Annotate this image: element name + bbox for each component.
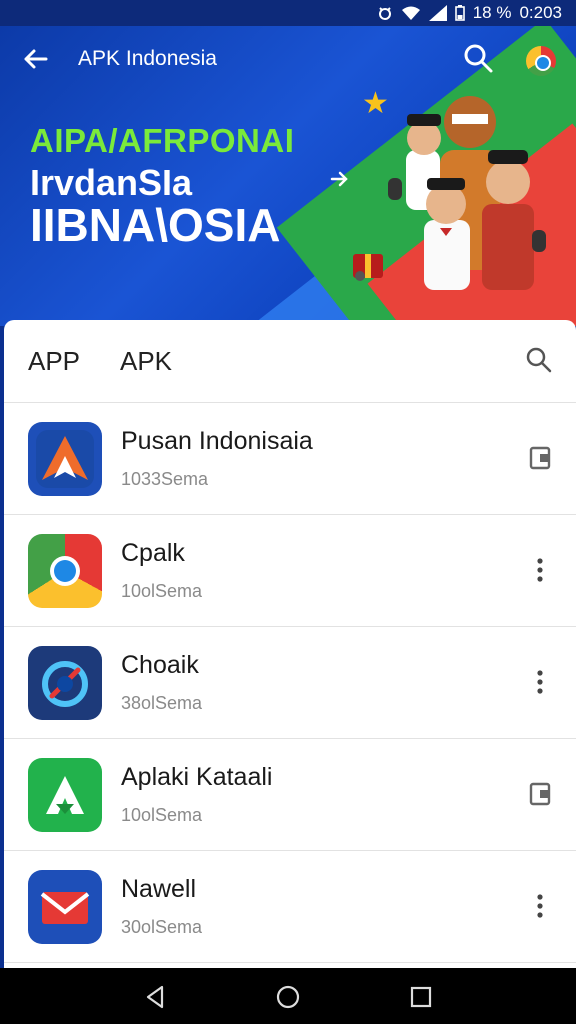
search-icon[interactable] (524, 345, 554, 375)
list-item[interactable]: Choaik 38olSema (4, 626, 576, 739)
more-vert-icon[interactable] (526, 668, 554, 696)
app-name: Choaik (121, 651, 199, 679)
home-circle-icon[interactable] (273, 982, 303, 1012)
back-arrow-icon[interactable] (18, 42, 52, 76)
tab-apk[interactable]: APK (120, 346, 172, 377)
app-size: 10olSema (121, 581, 203, 601)
chevron-right-icon[interactable] (328, 168, 350, 190)
arrow-a-icon (28, 422, 102, 496)
page-title: APK Indonesia (78, 47, 217, 70)
list-item[interactable]: Cpalk 10olSema (4, 514, 576, 627)
compass-icon (28, 646, 102, 720)
app-name: Pusan Indonisaia (121, 427, 313, 455)
list-item[interactable]: Aplaki Kataali 10olSema (4, 738, 576, 851)
book-icon[interactable] (526, 780, 554, 808)
app-size: 38olSema (121, 693, 203, 713)
app-list-sheet: APP APK Pusan Indonisaia 1033Sema Cpalk … (4, 320, 576, 968)
search-icon[interactable] (462, 42, 494, 74)
app-name: Cpalk (121, 539, 185, 567)
gift-icon (353, 254, 383, 281)
profile-avatar-icon[interactable] (526, 46, 556, 76)
hero-line-3: IIBNA\OSIA (30, 199, 281, 251)
back-triangle-icon[interactable] (140, 982, 170, 1012)
hero-illustration (388, 96, 546, 290)
recents-square-icon[interactable] (406, 982, 436, 1012)
more-vert-icon[interactable] (526, 556, 554, 584)
signal-icon (428, 5, 447, 21)
wifi-icon (401, 6, 420, 20)
status-icons: 18 % 0:203 (377, 3, 562, 23)
app-size: 10olSema (121, 805, 203, 825)
app-size: 1033Sema (121, 469, 209, 489)
more-vert-icon[interactable] (526, 892, 554, 920)
tab-app[interactable]: APP (28, 346, 80, 377)
mail-icon (28, 870, 102, 944)
status-bar: 18 % 0:203 (0, 0, 576, 26)
list-item[interactable]: Nawell 30olSema (4, 850, 576, 963)
status-time: 0:203 (519, 3, 562, 22)
battery-icon (454, 5, 465, 21)
app-size: 30olSema (121, 917, 203, 937)
book-icon[interactable] (526, 444, 554, 472)
chrome-icon (28, 534, 102, 608)
app-name: Aplaki Kataali (121, 763, 273, 791)
alarm-icon (378, 7, 391, 20)
green-a-icon (28, 758, 102, 832)
app-name: Nawell (121, 875, 197, 903)
hero-line-1: AIPA/AFRPONAI (30, 122, 295, 159)
battery-percent: 18 % (472, 3, 512, 22)
sheet-header: APP APK (4, 320, 576, 403)
system-nav-bar (0, 968, 576, 1024)
list-item[interactable]: Pusan Indonisaia 1033Sema (4, 402, 576, 515)
